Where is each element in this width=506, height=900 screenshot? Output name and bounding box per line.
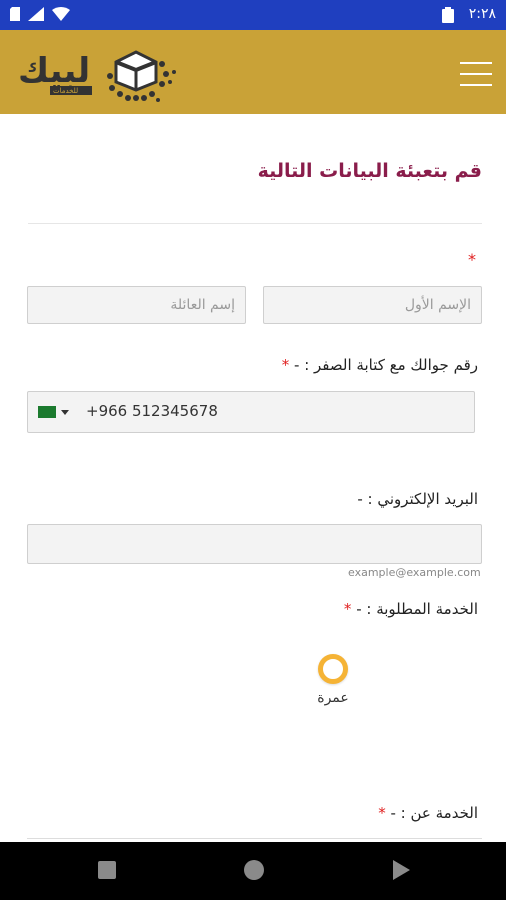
service-about-label: الخدمة عن : - * bbox=[378, 804, 478, 822]
back-square-icon[interactable] bbox=[98, 861, 116, 879]
wifi-icon bbox=[52, 7, 70, 21]
service-label-text: الخدمة المطلوبة : - bbox=[356, 600, 478, 618]
divider bbox=[28, 223, 482, 224]
chevron-down-icon[interactable] bbox=[61, 410, 69, 415]
recent-triangle-icon[interactable] bbox=[393, 860, 410, 880]
service-required-star: * bbox=[343, 600, 352, 618]
email-hint: example@example.com bbox=[348, 566, 481, 579]
logo-subtext: للخدمات bbox=[53, 87, 78, 95]
service-about-required-star: * bbox=[378, 804, 386, 822]
next-field-edge bbox=[27, 838, 482, 839]
phone-label: رقم جوالك مع كتابة الصفر : - * bbox=[282, 356, 478, 374]
signal-icon bbox=[28, 7, 44, 21]
status-time: ٢:٢٨ bbox=[468, 6, 496, 22]
name-required-star: * bbox=[468, 250, 476, 269]
menu-line bbox=[460, 73, 492, 75]
logo: لبيك للخدمات bbox=[18, 50, 176, 102]
phone-input[interactable]: +966 512345678 bbox=[27, 391, 475, 433]
service-about-label-text: الخدمة عن : - bbox=[390, 804, 478, 822]
service-option-umrah[interactable]: عمرة bbox=[308, 654, 358, 706]
home-circle-icon[interactable] bbox=[244, 860, 264, 880]
last-name-input[interactable]: إسم العائلة bbox=[27, 286, 246, 324]
sd-card-icon bbox=[10, 7, 20, 21]
email-label: البريد الإلكتروني : - bbox=[357, 490, 478, 508]
hamburger-menu-icon[interactable] bbox=[460, 62, 492, 88]
form-title: قم بتعبئة البيانات التالية bbox=[257, 160, 482, 182]
menu-line bbox=[460, 62, 492, 64]
radio-button[interactable] bbox=[318, 654, 348, 684]
logo-text: لبيك bbox=[18, 51, 90, 91]
form-content: قم بتعبئة البيانات التالية * الإسم الأول… bbox=[0, 114, 506, 842]
first-name-input[interactable]: الإسم الأول bbox=[263, 286, 482, 324]
status-bar: ٢:٢٨ bbox=[0, 0, 506, 30]
email-input[interactable] bbox=[27, 524, 482, 564]
phone-label-text: رقم جوالك مع كتابة الصفر : - bbox=[294, 356, 478, 374]
android-nav-bar bbox=[0, 842, 506, 900]
menu-line bbox=[460, 84, 492, 86]
service-label: الخدمة المطلوبة : - * bbox=[344, 600, 478, 618]
battery-icon bbox=[442, 7, 454, 23]
service-option-label: عمرة bbox=[317, 690, 349, 706]
saudi-flag-icon[interactable] bbox=[38, 406, 56, 418]
status-icons bbox=[10, 7, 70, 21]
app-header: لبيك للخدمات bbox=[0, 30, 506, 114]
phone-required-star: * bbox=[281, 356, 290, 374]
phone-value: +966 512345678 bbox=[86, 402, 218, 420]
